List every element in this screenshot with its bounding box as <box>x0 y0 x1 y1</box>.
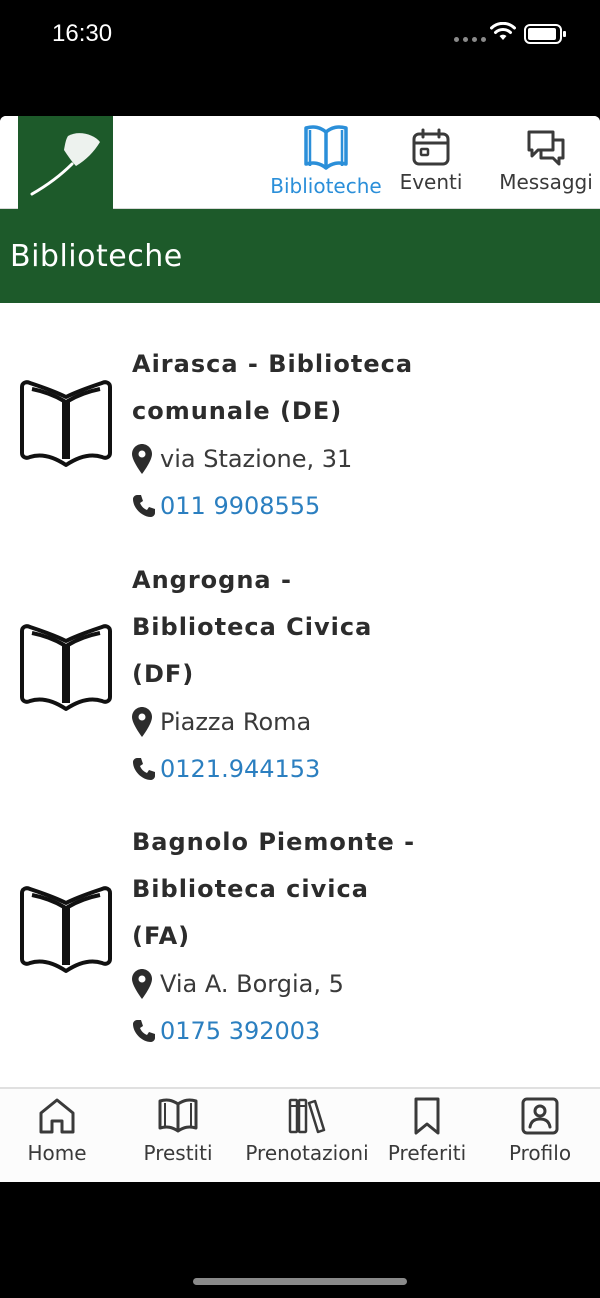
ginkgo-leaf-icon <box>30 133 100 196</box>
library-name: comunale (DE) <box>132 397 343 425</box>
tab-label: Prestiti <box>143 1141 213 1165</box>
library-phone-link[interactable]: 0175 392003 <box>160 1017 320 1045</box>
books-shelf-icon <box>288 1098 326 1134</box>
library-name: Biblioteca Civica <box>132 613 373 641</box>
open-book-icon <box>304 125 348 170</box>
nav-tab-messaggi[interactable]: Messaggi <box>497 116 595 209</box>
library-name: Angrogna - <box>132 566 292 594</box>
library-address-row: Via A. Borgia, 5 <box>132 960 572 1007</box>
home-icon <box>39 1098 75 1134</box>
map-pin-icon <box>132 443 152 474</box>
tab-label: Profilo <box>508 1141 572 1165</box>
nav-tab-biblioteche[interactable]: Biblioteche <box>262 116 390 209</box>
tab-prenotazioni[interactable]: Prenotazioni <box>241 1095 373 1165</box>
tab-home[interactable]: Home <box>22 1095 92 1165</box>
profile-icon <box>521 1097 559 1135</box>
calendar-icon <box>412 128 450 166</box>
book-icon <box>20 380 112 467</box>
tab-prestiti[interactable]: Prestiti <box>140 1095 216 1165</box>
nav-tab-label: Biblioteche <box>270 174 382 198</box>
library-name: Biblioteca civica <box>132 875 369 903</box>
library-phone-link[interactable]: 011 9908555 <box>160 492 320 520</box>
library-name: (FA) <box>132 922 191 950</box>
battery-icon <box>524 24 566 44</box>
library-address: via Stazione, 31 <box>160 444 353 473</box>
app-logo <box>18 116 113 209</box>
app-screen: Biblioteche Eventi Messaggi Biblioteche <box>0 116 600 1182</box>
tab-label: Prenotazioni <box>245 1141 369 1165</box>
bookmark-icon <box>414 1097 440 1135</box>
library-phone-row[interactable]: 0175 392003 <box>132 1007 572 1054</box>
chat-icon <box>527 130 565 166</box>
wifi-icon <box>490 22 516 40</box>
library-address: Piazza Roma <box>160 707 312 736</box>
library-name: Bagnolo Piemonte - <box>132 828 416 856</box>
book-icon <box>20 886 112 973</box>
nav-tab-label: Eventi <box>399 170 463 194</box>
phone-icon <box>133 494 155 517</box>
library-address-row: Piazza Roma <box>132 698 572 745</box>
phone-icon <box>133 1019 155 1042</box>
book-icon <box>158 1098 198 1133</box>
library-address-row: via Stazione, 31 <box>132 435 572 482</box>
top-nav: Biblioteche Eventi Messaggi <box>0 116 600 209</box>
library-phone-row[interactable]: 011 9908555 <box>132 482 572 529</box>
nav-tab-label: Messaggi <box>499 170 593 194</box>
map-pin-icon <box>132 706 152 737</box>
list-item[interactable]: Bagnolo Piemonte - Biblioteca civica (FA… <box>0 819 600 1055</box>
tab-label: Home <box>27 1141 87 1165</box>
tab-profilo[interactable]: Profilo <box>506 1095 574 1165</box>
nav-tab-eventi[interactable]: Eventi <box>398 116 464 209</box>
signal-icon <box>454 37 486 42</box>
tab-label: Preferiti <box>387 1141 467 1165</box>
library-address: Via A. Borgia, 5 <box>160 969 344 998</box>
library-name: Airasca - Biblioteca <box>132 350 414 378</box>
page-header: Biblioteche <box>0 209 600 303</box>
status-time: 16:30 <box>52 20 113 47</box>
library-name: (DF) <box>132 660 195 688</box>
home-indicator[interactable] <box>193 1278 407 1285</box>
phone-icon <box>133 757 155 780</box>
library-phone-link[interactable]: 0121.944153 <box>160 755 320 783</box>
bottom-tab-bar: Home Prestiti Prenotazioni Preferiti Pro… <box>0 1087 600 1182</box>
library-phone-row[interactable]: 0121.944153 <box>132 745 572 792</box>
status-bar: 16:30 <box>0 0 600 70</box>
page-title: Biblioteche <box>10 238 183 274</box>
list-item[interactable]: Airasca - Biblioteca comunale (DE) via S… <box>0 341 600 531</box>
map-pin-icon <box>132 968 152 999</box>
list-item[interactable]: Angrogna - Biblioteca Civica (DF) Piazza… <box>0 557 600 793</box>
tab-preferiti[interactable]: Preferiti <box>386 1095 468 1165</box>
book-icon <box>20 624 112 711</box>
